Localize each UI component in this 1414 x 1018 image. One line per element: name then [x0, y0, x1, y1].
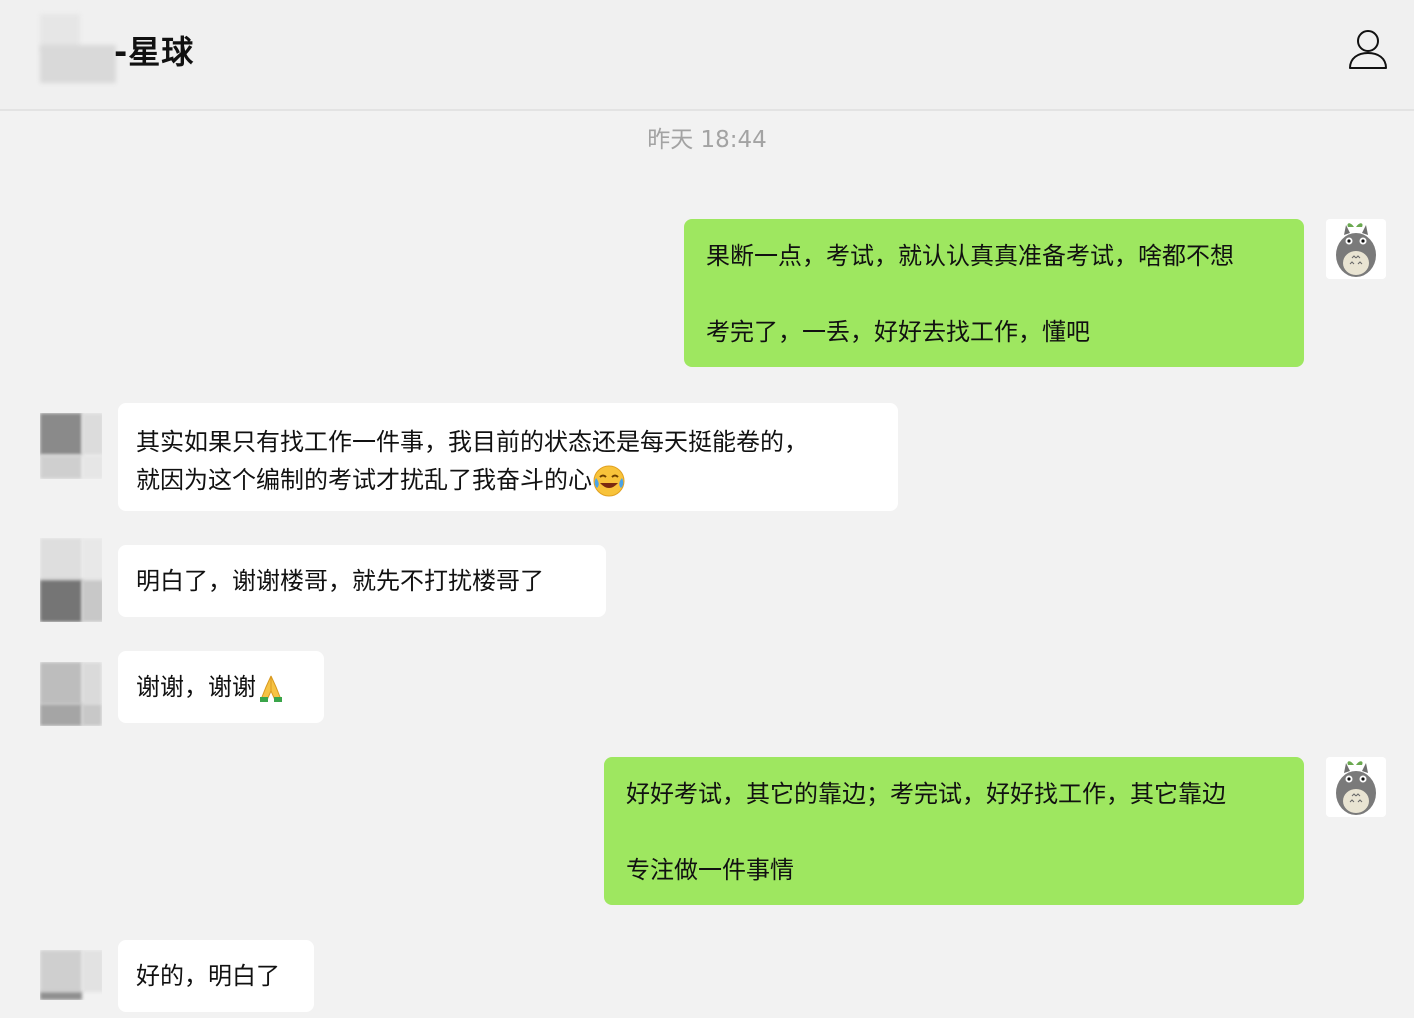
- message-text-line: 其实如果只有找工作一件事，我目前的状态还是每天挺能卷的，: [136, 428, 808, 456]
- message-text: 谢谢，谢谢: [136, 673, 256, 701]
- chat-header: -星球: [0, 0, 1414, 111]
- outgoing-message-bubble[interactable]: 好好考试，其它的靠边；考完试，好好找工作，其它靠边 专注做一件事情: [604, 757, 1304, 905]
- crying-laughing-emoji-icon: [593, 465, 625, 497]
- message-text-line: 考完了，一丢，好好去找工作，懂吧: [706, 318, 1090, 346]
- person-icon[interactable]: [1348, 28, 1388, 70]
- contact-avatar[interactable]: [40, 950, 102, 1000]
- totoro-avatar-icon: [1326, 219, 1386, 279]
- incoming-message-bubble[interactable]: 其实如果只有找工作一件事，我目前的状态还是每天挺能卷的， 就因为这个编制的考试才…: [118, 403, 898, 511]
- totoro-avatar-icon: [1326, 757, 1386, 817]
- incoming-message-bubble[interactable]: 明白了，谢谢楼哥，就先不打扰楼哥了: [118, 545, 606, 617]
- message-text: 就因为这个编制的考试才扰乱了我奋斗的心: [136, 466, 592, 494]
- contact-avatar[interactable]: [40, 538, 102, 622]
- folded-hands-emoji-icon: [260, 675, 282, 702]
- incoming-message-bubble[interactable]: 好的，明白了: [118, 940, 314, 1012]
- outgoing-message-bubble[interactable]: 果断一点，考试，就认认真真准备考试，啥都不想 考完了，一丢，好好去找工作，懂吧: [684, 219, 1304, 367]
- my-avatar[interactable]: [1326, 757, 1386, 817]
- contact-avatar[interactable]: [40, 662, 102, 726]
- message-text-line-with-emoji: 谢谢，谢谢: [136, 668, 306, 706]
- message-text-line: 专注做一件事情: [626, 856, 794, 884]
- chat-title[interactable]: -星球: [114, 27, 194, 73]
- message-timestamp: 昨天 18:44: [647, 127, 767, 153]
- message-text-line: 明白了，谢谢楼哥，就先不打扰楼哥了: [136, 567, 544, 595]
- message-text-line-with-emoji: 就因为这个编制的考试才扰乱了我奋斗的心: [136, 461, 880, 499]
- message-text-line: 好的，明白了: [136, 962, 280, 990]
- incoming-message-bubble[interactable]: 谢谢，谢谢: [118, 651, 324, 723]
- my-avatar[interactable]: [1326, 219, 1386, 279]
- message-text-line: 果断一点，考试，就认认真真准备考试，啥都不想: [706, 242, 1234, 270]
- message-text-line: 好好考试，其它的靠边；考完试，好好找工作，其它靠边: [626, 780, 1226, 808]
- contact-avatar[interactable]: [40, 413, 102, 479]
